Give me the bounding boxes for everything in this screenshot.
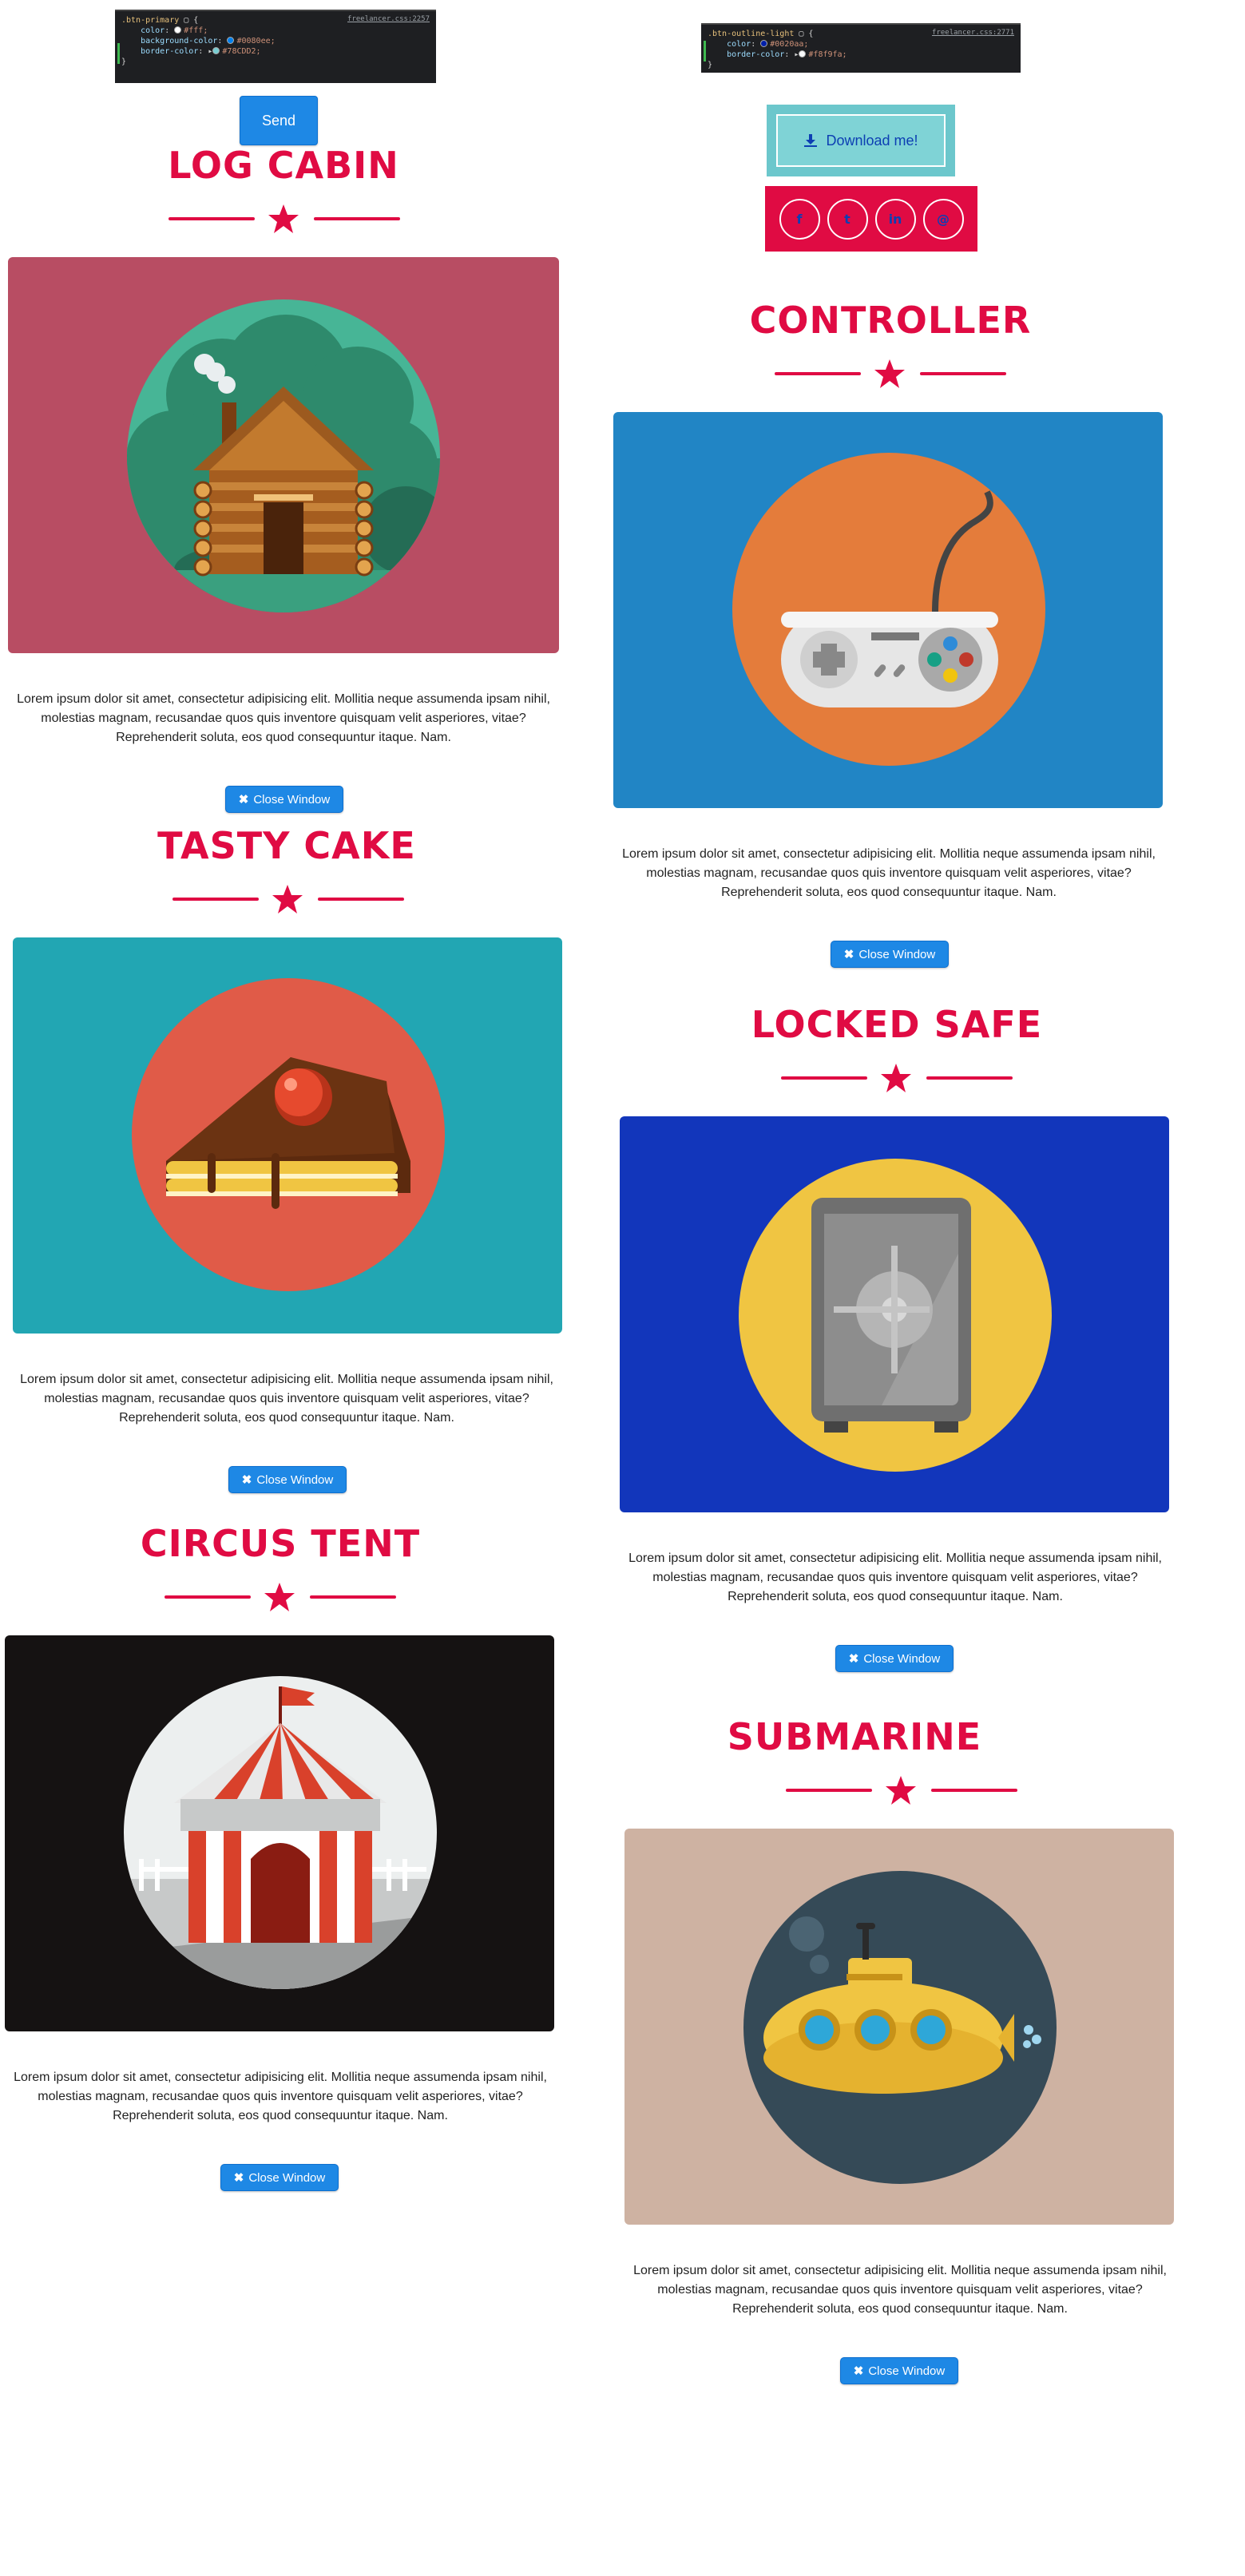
source-link[interactable]: freelancer.css:2771 <box>932 28 1014 38</box>
facebook-icon[interactable]: f <box>779 198 820 240</box>
log-cabin-illustration <box>127 299 440 612</box>
close-window-button[interactable]: ✖ Close Window <box>225 786 343 813</box>
star-icon <box>886 1776 916 1805</box>
project-card-log-cabin[interactable] <box>8 257 559 653</box>
close-window-button[interactable]: ✖ Close Window <box>228 1466 347 1493</box>
download-label: Download me! <box>826 132 918 149</box>
project-title-log-cabin: LOG CABIN <box>168 144 399 187</box>
project-card-tasty-cake[interactable] <box>13 937 562 1334</box>
title-divider <box>786 1774 1017 1806</box>
close-icon: ✖ <box>233 2171 244 2185</box>
title-divider <box>169 203 400 235</box>
project-card-locked-safe[interactable] <box>620 1116 1169 1512</box>
close-icon: ✖ <box>853 2364 864 2378</box>
title-divider <box>172 883 404 915</box>
close-window-button[interactable]: ✖ Close Window <box>835 1645 954 1672</box>
project-card-controller[interactable] <box>613 412 1163 808</box>
project-title-tasty-cake: TASTY CAKE <box>157 824 416 867</box>
star-icon <box>272 885 303 913</box>
star-icon <box>874 359 905 388</box>
project-description: Lorem ipsum dolor sit amet, consectetur … <box>622 847 1156 899</box>
download-container: Download me! <box>767 105 955 176</box>
project-title-controller: CONTROLLER <box>749 299 1032 342</box>
download-button[interactable]: Download me! <box>776 114 946 167</box>
code-snippet-outline-light: freelancer.css:2771 .btn-outline-light ▢… <box>701 23 1021 73</box>
close-icon: ✖ <box>843 948 854 961</box>
locked-safe-illustration <box>739 1159 1052 1472</box>
project-title-submarine: SUBMARINE <box>727 1715 982 1758</box>
project-description: Lorem ipsum dolor sit amet, consectetur … <box>633 2264 1167 2316</box>
title-divider <box>781 1062 1013 1094</box>
project-description: Lorem ipsum dolor sit amet, consectetur … <box>20 1373 553 1425</box>
close-icon: ✖ <box>238 793 249 806</box>
submarine-illustration <box>743 1871 1057 2184</box>
project-card-circus-tent[interactable] <box>5 1635 554 2031</box>
social-links: f t in @ <box>765 186 977 252</box>
tasty-cake-illustration <box>132 978 445 1291</box>
title-divider <box>165 1581 396 1613</box>
close-window-button[interactable]: ✖ Close Window <box>220 2164 339 2191</box>
circus-tent-illustration <box>124 1676 437 1989</box>
project-title-locked-safe: LOCKED SAFE <box>751 1003 1043 1046</box>
source-link[interactable]: freelancer.css:2257 <box>347 14 430 25</box>
code-snippet-primary: freelancer.css:2257 .btn-primary ▢ { col… <box>115 10 436 83</box>
star-icon <box>881 1064 911 1092</box>
twitter-icon[interactable]: t <box>827 198 868 240</box>
send-button[interactable]: Send <box>240 96 318 145</box>
star-icon <box>268 204 299 233</box>
linkedin-icon[interactable]: in <box>874 198 916 240</box>
close-window-button[interactable]: ✖ Close Window <box>840 2357 958 2384</box>
title-divider <box>775 358 1006 390</box>
download-icon <box>804 134 818 147</box>
project-description: Lorem ipsum dolor sit amet, consectetur … <box>628 1552 1162 1603</box>
close-icon: ✖ <box>241 1473 252 1487</box>
project-description: Lorem ipsum dolor sit amet, consectetur … <box>14 2071 547 2122</box>
star-icon <box>264 1583 295 1611</box>
close-icon: ✖ <box>848 1652 859 1666</box>
controller-illustration <box>732 453 1045 766</box>
dribbble-icon[interactable]: @ <box>922 198 964 240</box>
project-description: Lorem ipsum dolor sit amet, consectetur … <box>17 692 550 744</box>
project-title-circus-tent: CIRCUS TENT <box>140 1522 421 1565</box>
close-window-button[interactable]: ✖ Close Window <box>831 941 949 968</box>
project-card-submarine[interactable] <box>624 1829 1174 2225</box>
